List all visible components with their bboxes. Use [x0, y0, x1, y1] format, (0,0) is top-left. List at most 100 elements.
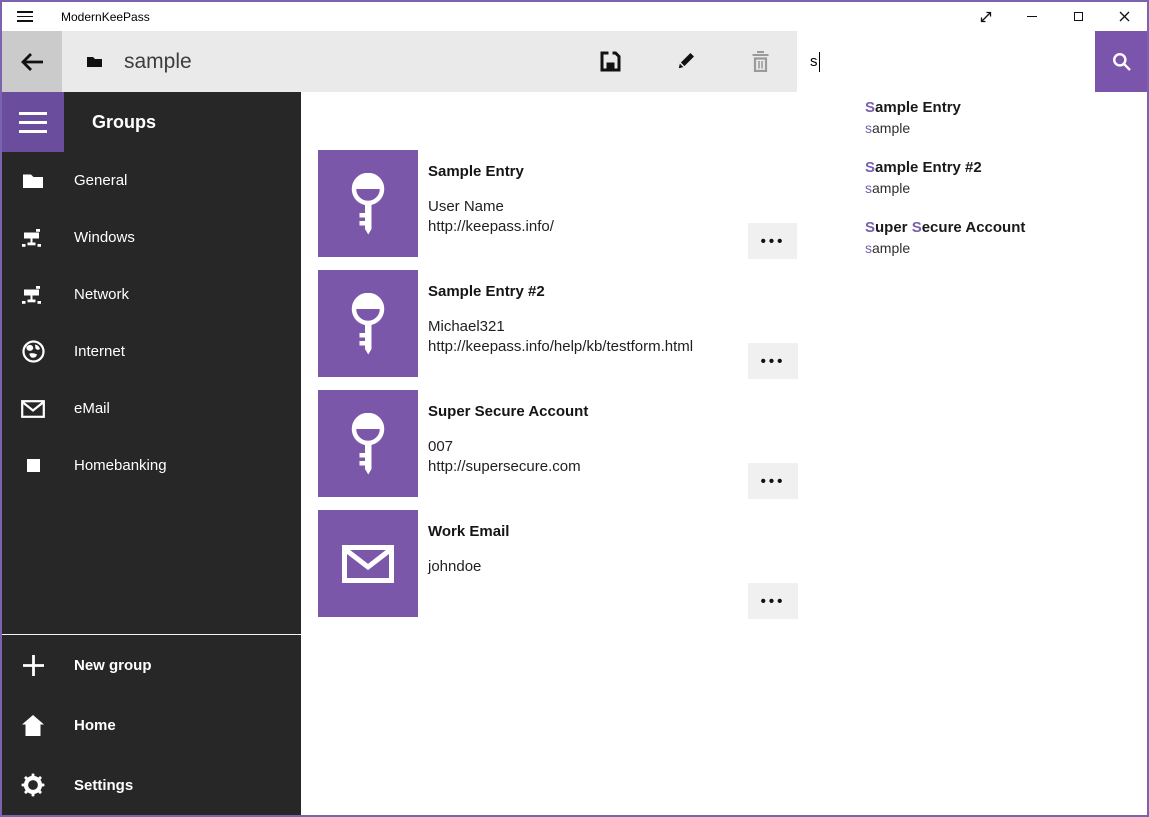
back-button[interactable]: [2, 31, 62, 92]
groups-heading: Groups: [92, 112, 156, 133]
suggestion-title-text: ecure Account: [922, 219, 1026, 236]
entry-username: johndoe: [428, 557, 509, 577]
sidebar-item-label: New group: [74, 657, 152, 674]
suggestion-subtitle-text: ample: [872, 120, 910, 136]
database-name: sample: [124, 50, 192, 74]
suggestion-title-text: ample Entry #2: [875, 159, 982, 176]
suggestion-super-secure-account[interactable]: Super Secure Account sample: [797, 218, 1147, 278]
highlighted-text: S: [865, 159, 875, 176]
sidebar-item-label: eMail: [74, 400, 110, 417]
gear-icon: [2, 773, 64, 797]
entry-username: 007: [428, 437, 588, 457]
square-icon: [2, 459, 64, 472]
entry-title: Super Secure Account: [428, 403, 588, 420]
close-button[interactable]: [1101, 2, 1147, 31]
home-icon: [2, 715, 64, 736]
search-button[interactable]: [1095, 31, 1147, 92]
edit-pencil-icon: [675, 51, 696, 72]
highlighted-text: s: [865, 240, 872, 256]
suggestion-sample-entry-2[interactable]: Sample Entry #2 sample: [797, 158, 1147, 218]
entry-tile: [318, 510, 418, 617]
sidebar-header: Groups: [2, 92, 301, 152]
sidebar-item-label: General: [74, 172, 127, 189]
minimize-icon: [1027, 16, 1037, 17]
sidebar-item-label: Home: [74, 717, 116, 734]
folder-icon: [2, 172, 64, 189]
app-window: ModernKeePass: [0, 0, 1149, 817]
entry-tile: [318, 150, 418, 257]
nav-menu-button[interactable]: [2, 92, 64, 152]
save-button[interactable]: [586, 31, 634, 92]
suggestion-subtitle-text: ample: [872, 240, 910, 256]
magnifier-icon: [1111, 51, 1132, 72]
titlebar-menu-button[interactable]: [2, 2, 48, 31]
entry-more-button[interactable]: •••: [748, 463, 798, 499]
entry-row-sample-entry-2[interactable]: Sample Entry #2 Michael321 http://keepas…: [318, 270, 798, 377]
entry-url: http://supersecure.com: [428, 457, 588, 477]
expand-icon: [980, 11, 992, 23]
globe-icon: [2, 340, 64, 363]
suggestion-sample-entry[interactable]: Sample Entry sample: [797, 98, 1147, 158]
sidebar: Groups General: [2, 92, 301, 815]
appbar-content: sample: [62, 31, 797, 92]
entry-more-button[interactable]: •••: [748, 343, 798, 379]
minimize-button[interactable]: [1009, 2, 1055, 31]
entry-url: http://keepass.info/help/kb/testform.htm…: [428, 337, 693, 357]
highlighted-text: S: [912, 219, 922, 236]
network-icon: [2, 285, 64, 305]
envelope-icon: [2, 400, 64, 418]
maximize-button[interactable]: [1055, 2, 1101, 31]
entry-username: User Name: [428, 197, 554, 217]
search-input[interactable]: s: [797, 31, 1095, 92]
sidebar-item-email[interactable]: eMail: [2, 380, 301, 437]
window-title: ModernKeePass: [61, 10, 150, 24]
fullscreen-button[interactable]: [963, 2, 1009, 31]
key-icon: [345, 413, 391, 475]
sidebar-item-settings[interactable]: Settings: [2, 755, 301, 815]
suggestion-title-text: uper: [875, 219, 912, 236]
sidebar-item-network[interactable]: Network: [2, 266, 301, 323]
entry-tile: [318, 270, 418, 377]
delete-button[interactable]: [736, 31, 784, 92]
sidebar-item-new-group[interactable]: New group: [2, 635, 301, 695]
app-bar: sample: [2, 31, 1147, 92]
search-area: s: [797, 31, 1147, 92]
entry-more-button[interactable]: •••: [748, 583, 798, 619]
entry-tile: [318, 390, 418, 497]
plus-icon: [2, 653, 64, 678]
entry-url: http://keepass.info/: [428, 217, 554, 237]
highlighted-text: s: [865, 120, 872, 136]
network-icon: [2, 228, 64, 248]
highlighted-text: s: [865, 180, 872, 196]
sidebar-item-homebanking[interactable]: Homebanking: [2, 437, 301, 494]
sidebar-item-windows[interactable]: Windows: [2, 209, 301, 266]
sidebar-item-label: Network: [74, 286, 129, 303]
suggestion-subtitle-text: ample: [872, 180, 910, 196]
search-query-text: s: [810, 53, 818, 70]
entry-row-work-email[interactable]: Work Email johndoe •••: [318, 510, 798, 617]
text-caret: [819, 52, 820, 72]
delete-trash-icon: [751, 51, 770, 72]
search-suggestions-dropdown: Sample Entry sample Sample Entry #2 samp…: [797, 92, 1147, 274]
maximize-icon: [1074, 12, 1083, 21]
edit-button[interactable]: [661, 31, 709, 92]
entry-title: Work Email: [428, 523, 509, 540]
sidebar-item-label: Windows: [74, 229, 135, 246]
highlighted-text: S: [865, 99, 875, 116]
sidebar-item-internet[interactable]: Internet: [2, 323, 301, 380]
entry-row-super-secure-account[interactable]: Super Secure Account 007 http://supersec…: [318, 390, 798, 497]
highlighted-text: S: [865, 219, 875, 236]
suggestion-title-text: ample Entry: [875, 99, 961, 116]
sidebar-item-label: Internet: [74, 343, 125, 360]
key-icon: [345, 293, 391, 355]
entry-row-sample-entry[interactable]: Sample Entry User Name http://keepass.in…: [318, 150, 798, 257]
entry-more-button[interactable]: •••: [748, 223, 798, 259]
window-controls: [963, 2, 1147, 31]
key-icon: [345, 173, 391, 235]
sidebar-item-general[interactable]: General: [2, 152, 301, 209]
entry-username: Michael321: [428, 317, 693, 337]
sidebar-item-home[interactable]: Home: [2, 695, 301, 755]
sidebar-item-label: Settings: [74, 777, 133, 794]
mail-icon: [342, 545, 394, 583]
entry-title: Sample Entry: [428, 163, 554, 180]
